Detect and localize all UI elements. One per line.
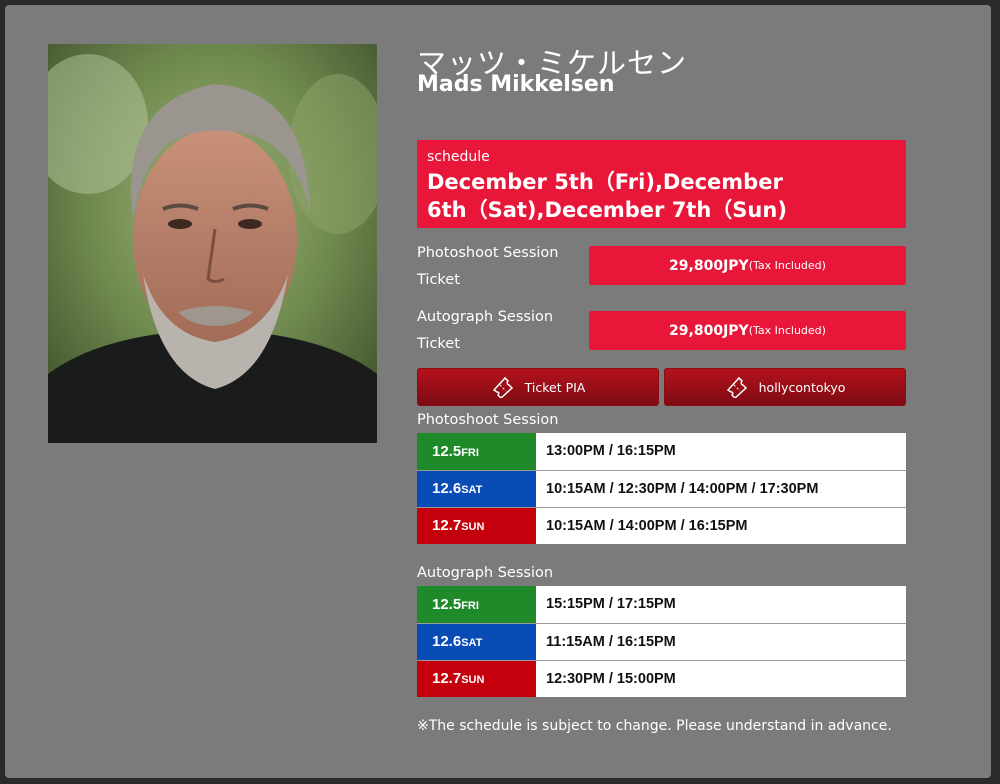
day-of-week: SUN: [461, 674, 485, 687]
day-of-week: FRI: [461, 446, 479, 459]
table-row: 12.5FRI 15:15PM / 17:15PM: [417, 586, 906, 624]
ticket-pia-button[interactable]: Ticket PIA: [417, 368, 659, 406]
table-row: 12.7SUN 12:30PM / 15:00PM: [417, 660, 906, 697]
day-of-week: SAT: [461, 637, 483, 649]
day-of-week: FRI: [461, 599, 479, 612]
times-cell: 10:15AM / 14:00PM / 16:15PM: [546, 517, 748, 534]
table-row: 12.6SAT 10:15AM / 12:30PM / 14:00PM / 17…: [417, 470, 906, 508]
schedule-label: schedule: [427, 149, 490, 165]
day-of-week: SAT: [461, 484, 483, 496]
day-cell: 12.5FRI: [417, 586, 536, 624]
autograph-schedule-table: 12.5FRI 15:15PM / 17:15PM 12.6SAT 11:15A…: [417, 586, 906, 697]
times-cell: 13:00PM / 16:15PM: [536, 433, 906, 471]
price-amount: 29,800JPY: [669, 257, 749, 274]
button-label: Ticket PIA: [524, 379, 586, 395]
day-date: 12.5: [432, 442, 462, 460]
autograph-section-title: Autograph Session: [417, 565, 554, 581]
day-date: 12.5: [432, 595, 462, 613]
day-date: 12.6: [432, 480, 462, 497]
day-cell: 12.7SUN: [417, 507, 536, 544]
price-tax-note: (Tax Included): [748, 324, 826, 337]
schedule-change-note: ※The schedule is subject to change. Plea…: [417, 718, 892, 734]
photoshoot-schedule-table: 12.5FRI 13:00PM / 16:15PM 12.6SAT 10:15A…: [417, 433, 906, 544]
day-of-week: SUN: [461, 521, 485, 534]
button-label: hollycontokyo: [758, 379, 846, 395]
day-cell: 12.7SUN: [417, 660, 536, 697]
ticket-icon: [726, 376, 747, 398]
artist-name-english: Mads Mikkelsen: [417, 72, 615, 97]
photoshoot-ticket-price: 29,800JPY (Tax Included): [589, 246, 906, 285]
day-date: 12.6: [432, 633, 462, 650]
schedule-banner: schedule December 5th（Fri),December 6th（…: [417, 140, 906, 228]
price-tax-note: (Tax Included): [748, 259, 826, 272]
day-date: 12.7: [432, 517, 462, 535]
ticket-icon: [492, 376, 513, 398]
schedule-dates: December 5th（Fri),December 6th（Sat),Dece…: [427, 170, 787, 222]
day-cell: 12.6SAT: [417, 623, 536, 661]
times-cell: 10:15AM / 12:30PM / 14:00PM / 17:30PM: [536, 470, 906, 508]
times-cell: 12:30PM / 15:00PM: [546, 670, 676, 687]
table-row: 12.6SAT 11:15AM / 16:15PM: [417, 623, 906, 661]
day-date: 12.7: [432, 670, 462, 688]
day-cell: 12.6SAT: [417, 470, 536, 508]
autograph-ticket-label: Autograph Session Ticket: [417, 309, 554, 352]
hollycontokyo-button[interactable]: hollycontokyo: [664, 368, 906, 406]
photoshoot-ticket-label: Photoshoot Session Ticket: [417, 245, 559, 288]
times-cell: 11:15AM / 16:15PM: [536, 623, 906, 661]
photoshoot-section-title: Photoshoot Session: [417, 412, 559, 428]
price-amount: 29,800JPY: [669, 322, 749, 339]
table-row: 12.5FRI 13:00PM / 16:15PM: [417, 433, 906, 471]
day-cell: 12.5FRI: [417, 433, 536, 471]
autograph-ticket-price: 29,800JPY (Tax Included): [589, 311, 906, 350]
table-row: 12.7SUN 10:15AM / 14:00PM / 16:15PM: [417, 507, 906, 544]
artist-photo: [48, 44, 377, 443]
times-cell: 15:15PM / 17:15PM: [536, 586, 906, 624]
